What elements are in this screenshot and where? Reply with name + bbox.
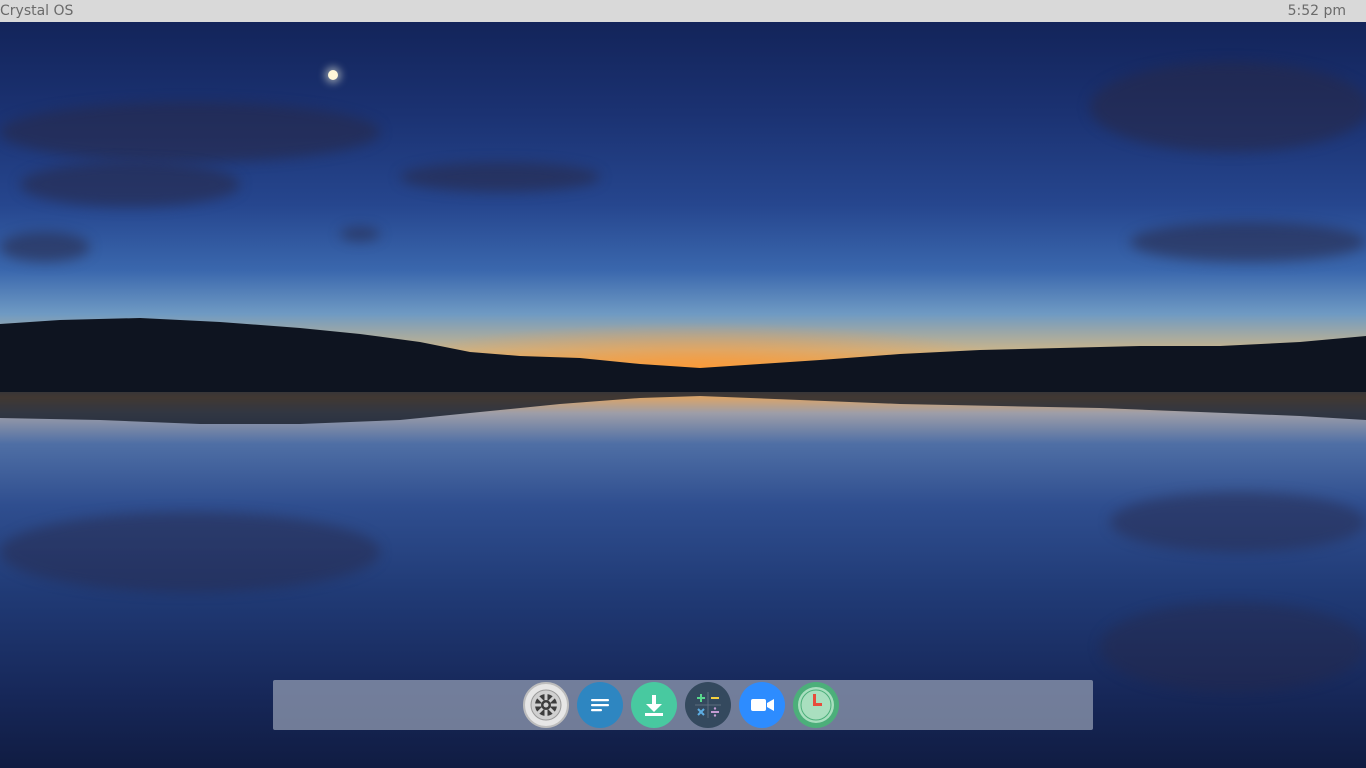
wallpaper-cloud xyxy=(400,162,600,192)
wallpaper-treeline-reflection xyxy=(0,390,1366,424)
desktop-wallpaper xyxy=(0,22,1366,768)
dock-item-video[interactable] xyxy=(739,682,785,728)
os-name-label: Crystal OS xyxy=(0,3,74,19)
calculator-icon xyxy=(691,688,725,722)
dock-item-text-editor[interactable] xyxy=(577,682,623,728)
wallpaper-treeline xyxy=(0,318,1366,392)
wallpaper-cloud xyxy=(1130,222,1366,262)
dock-item-settings[interactable] xyxy=(523,682,569,728)
text-editor-icon xyxy=(588,693,612,717)
app-dock xyxy=(273,680,1093,730)
wallpaper-cloud-reflection xyxy=(1100,602,1366,692)
wallpaper-moon xyxy=(328,70,338,80)
clock-icon xyxy=(796,685,836,725)
wallpaper-cloud xyxy=(0,102,380,162)
wallpaper-cloud xyxy=(20,162,240,207)
wallpaper-cloud-reflection xyxy=(1110,492,1366,552)
wallpaper-cloud xyxy=(340,227,380,241)
settings-gear-icon xyxy=(529,688,563,722)
dock-item-calculator[interactable] xyxy=(685,682,731,728)
clock-label[interactable]: 5:52 pm xyxy=(1288,0,1346,22)
wallpaper-cloud-reflection xyxy=(0,512,380,592)
wallpaper-cloud xyxy=(0,232,90,262)
dock-item-downloads[interactable] xyxy=(631,682,677,728)
download-arrow-icon xyxy=(641,692,667,718)
wallpaper-cloud xyxy=(1090,62,1366,152)
top-panel: Crystal OS 5:52 pm xyxy=(0,0,1366,22)
dock-item-clock[interactable] xyxy=(793,682,839,728)
desktop-screen: Crystal OS 5:52 pm xyxy=(0,0,1366,768)
video-camera-icon xyxy=(747,690,777,720)
